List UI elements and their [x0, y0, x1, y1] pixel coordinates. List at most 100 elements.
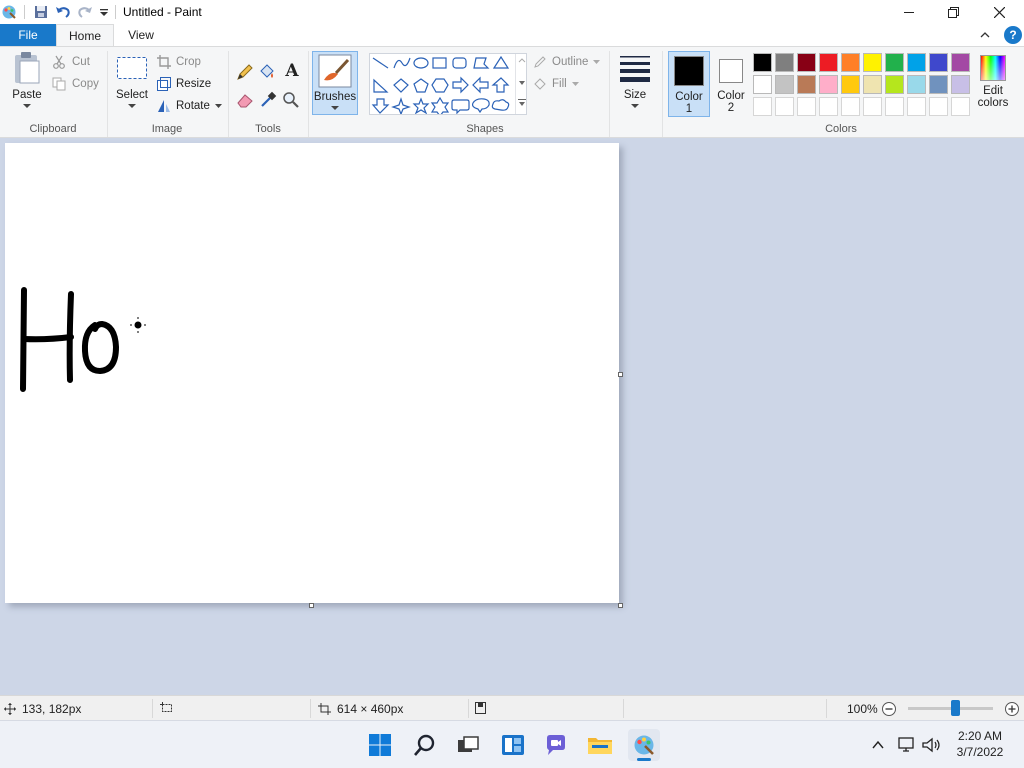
palette-swatch[interactable] [929, 53, 948, 72]
network-icon[interactable] [897, 735, 917, 755]
palette-swatch[interactable] [907, 53, 926, 72]
fill-button[interactable]: Fill [533, 77, 579, 91]
zoom-in-button[interactable] [1004, 701, 1020, 717]
palette-swatch[interactable] [951, 75, 970, 94]
custom-color-slot[interactable] [929, 97, 948, 116]
palette-swatch[interactable] [753, 53, 772, 72]
ribbon-divider [308, 51, 309, 137]
color2-button[interactable]: Color 2 [712, 51, 750, 117]
save-icon[interactable] [32, 3, 50, 21]
tab-view[interactable]: View [114, 24, 168, 46]
copy-button[interactable]: Copy [52, 77, 99, 91]
size-button[interactable]: Size [615, 53, 655, 115]
custom-color-slot[interactable] [753, 97, 772, 116]
resize-handle-bottom[interactable] [309, 603, 314, 608]
undo-icon[interactable] [54, 3, 72, 21]
palette-swatch[interactable] [951, 53, 970, 72]
search-button[interactable] [409, 729, 441, 761]
clock-time: 2:20 AM [957, 729, 1003, 743]
custom-color-slot[interactable] [819, 97, 838, 116]
redo-icon[interactable] [76, 3, 94, 21]
palette-swatch[interactable] [841, 53, 860, 72]
customize-quick-access-icon[interactable] [95, 3, 113, 21]
active-app-indicator [637, 758, 651, 761]
text-tool-icon[interactable]: A [282, 61, 302, 81]
minimize-button[interactable] [886, 0, 932, 24]
brushes-button[interactable]: Brushes [312, 51, 358, 115]
resize-handle-right[interactable] [618, 372, 623, 377]
palette-swatch[interactable] [775, 53, 794, 72]
custom-color-slot[interactable] [863, 97, 882, 116]
resize-handle-corner[interactable] [618, 603, 623, 608]
brushes-label: Brushes [313, 91, 357, 103]
show-hidden-icons-button[interactable] [870, 737, 886, 753]
close-button[interactable] [976, 0, 1022, 24]
palette-swatch[interactable] [775, 75, 794, 94]
task-view-button[interactable] [452, 729, 484, 761]
widgets-button[interactable] [497, 729, 529, 761]
resize-button[interactable]: Resize [157, 77, 211, 91]
drawing-canvas[interactable] [5, 143, 619, 603]
start-button[interactable] [364, 729, 396, 761]
shapes-group-label: Shapes [466, 123, 504, 135]
right-triangle-shape [373, 78, 389, 93]
file-explorer-button[interactable] [584, 729, 616, 761]
palette-swatch[interactable] [819, 75, 838, 94]
color-picker-icon[interactable] [259, 91, 277, 109]
outline-button[interactable]: Outline [533, 55, 601, 69]
palette-swatch[interactable] [885, 53, 904, 72]
system-clock[interactable]: 2:20 AM 3/7/2022 [948, 728, 1012, 760]
palette-swatch[interactable] [907, 75, 926, 94]
paint-app-icon[interactable] [0, 3, 18, 21]
chat-button[interactable] [540, 729, 572, 761]
status-separator [152, 699, 153, 718]
restore-button[interactable] [930, 0, 976, 24]
handwritten-ho-drawing [20, 287, 146, 392]
volume-icon[interactable] [921, 735, 941, 755]
zoom-slider-thumb[interactable] [950, 700, 960, 716]
edit-colors-button[interactable]: Edit colors [976, 55, 1010, 121]
custom-color-slot[interactable] [951, 97, 970, 116]
palette-swatch[interactable] [929, 75, 948, 94]
outline-pen-icon [534, 56, 546, 68]
brush-cursor [130, 317, 146, 333]
tab-file[interactable]: File [0, 24, 56, 46]
crop-button[interactable]: Crop [157, 55, 201, 69]
pencil-icon[interactable] [236, 63, 254, 81]
palette-swatch[interactable] [797, 75, 816, 94]
cursor-position: 133, 182px [4, 702, 81, 716]
fill-bucket-icon[interactable] [258, 63, 276, 81]
collapse-ribbon-icon[interactable] [976, 26, 994, 44]
curve-shape [393, 57, 411, 69]
palette-swatch[interactable] [819, 53, 838, 72]
palette-swatch[interactable] [863, 75, 882, 94]
palette-swatch[interactable] [797, 53, 816, 72]
tab-home[interactable]: Home [56, 24, 114, 46]
up-arrow-shape [491, 77, 510, 93]
custom-color-slot[interactable] [907, 97, 926, 116]
shapes-scrollbar[interactable] [515, 54, 527, 114]
eraser-icon[interactable] [236, 91, 254, 109]
palette-swatch[interactable] [753, 75, 772, 94]
magnifier-icon[interactable] [282, 91, 300, 109]
palette-swatch[interactable] [841, 75, 860, 94]
custom-color-slot[interactable] [797, 97, 816, 116]
help-icon[interactable]: ? [1004, 26, 1022, 44]
color1-button[interactable]: Color 1 [668, 51, 710, 117]
title-bar: Untitled - Paint [0, 0, 1024, 24]
paste-button[interactable]: Paste [8, 51, 46, 117]
select-button[interactable]: Select [114, 55, 150, 117]
cut-button[interactable]: Cut [52, 55, 90, 69]
palette-swatch[interactable] [885, 75, 904, 94]
status-separator [623, 699, 624, 718]
custom-color-slot[interactable] [885, 97, 904, 116]
paint-taskbar-button[interactable] [628, 729, 660, 761]
scissors-icon [53, 55, 65, 69]
custom-color-slot[interactable] [775, 97, 794, 116]
custom-color-slot[interactable] [841, 97, 860, 116]
rotate-button[interactable]: Rotate [157, 99, 222, 113]
canvas-workspace[interactable] [0, 138, 1024, 695]
zoom-out-button[interactable] [881, 701, 897, 717]
palette-swatch[interactable] [863, 53, 882, 72]
paste-label: Paste [12, 89, 42, 101]
